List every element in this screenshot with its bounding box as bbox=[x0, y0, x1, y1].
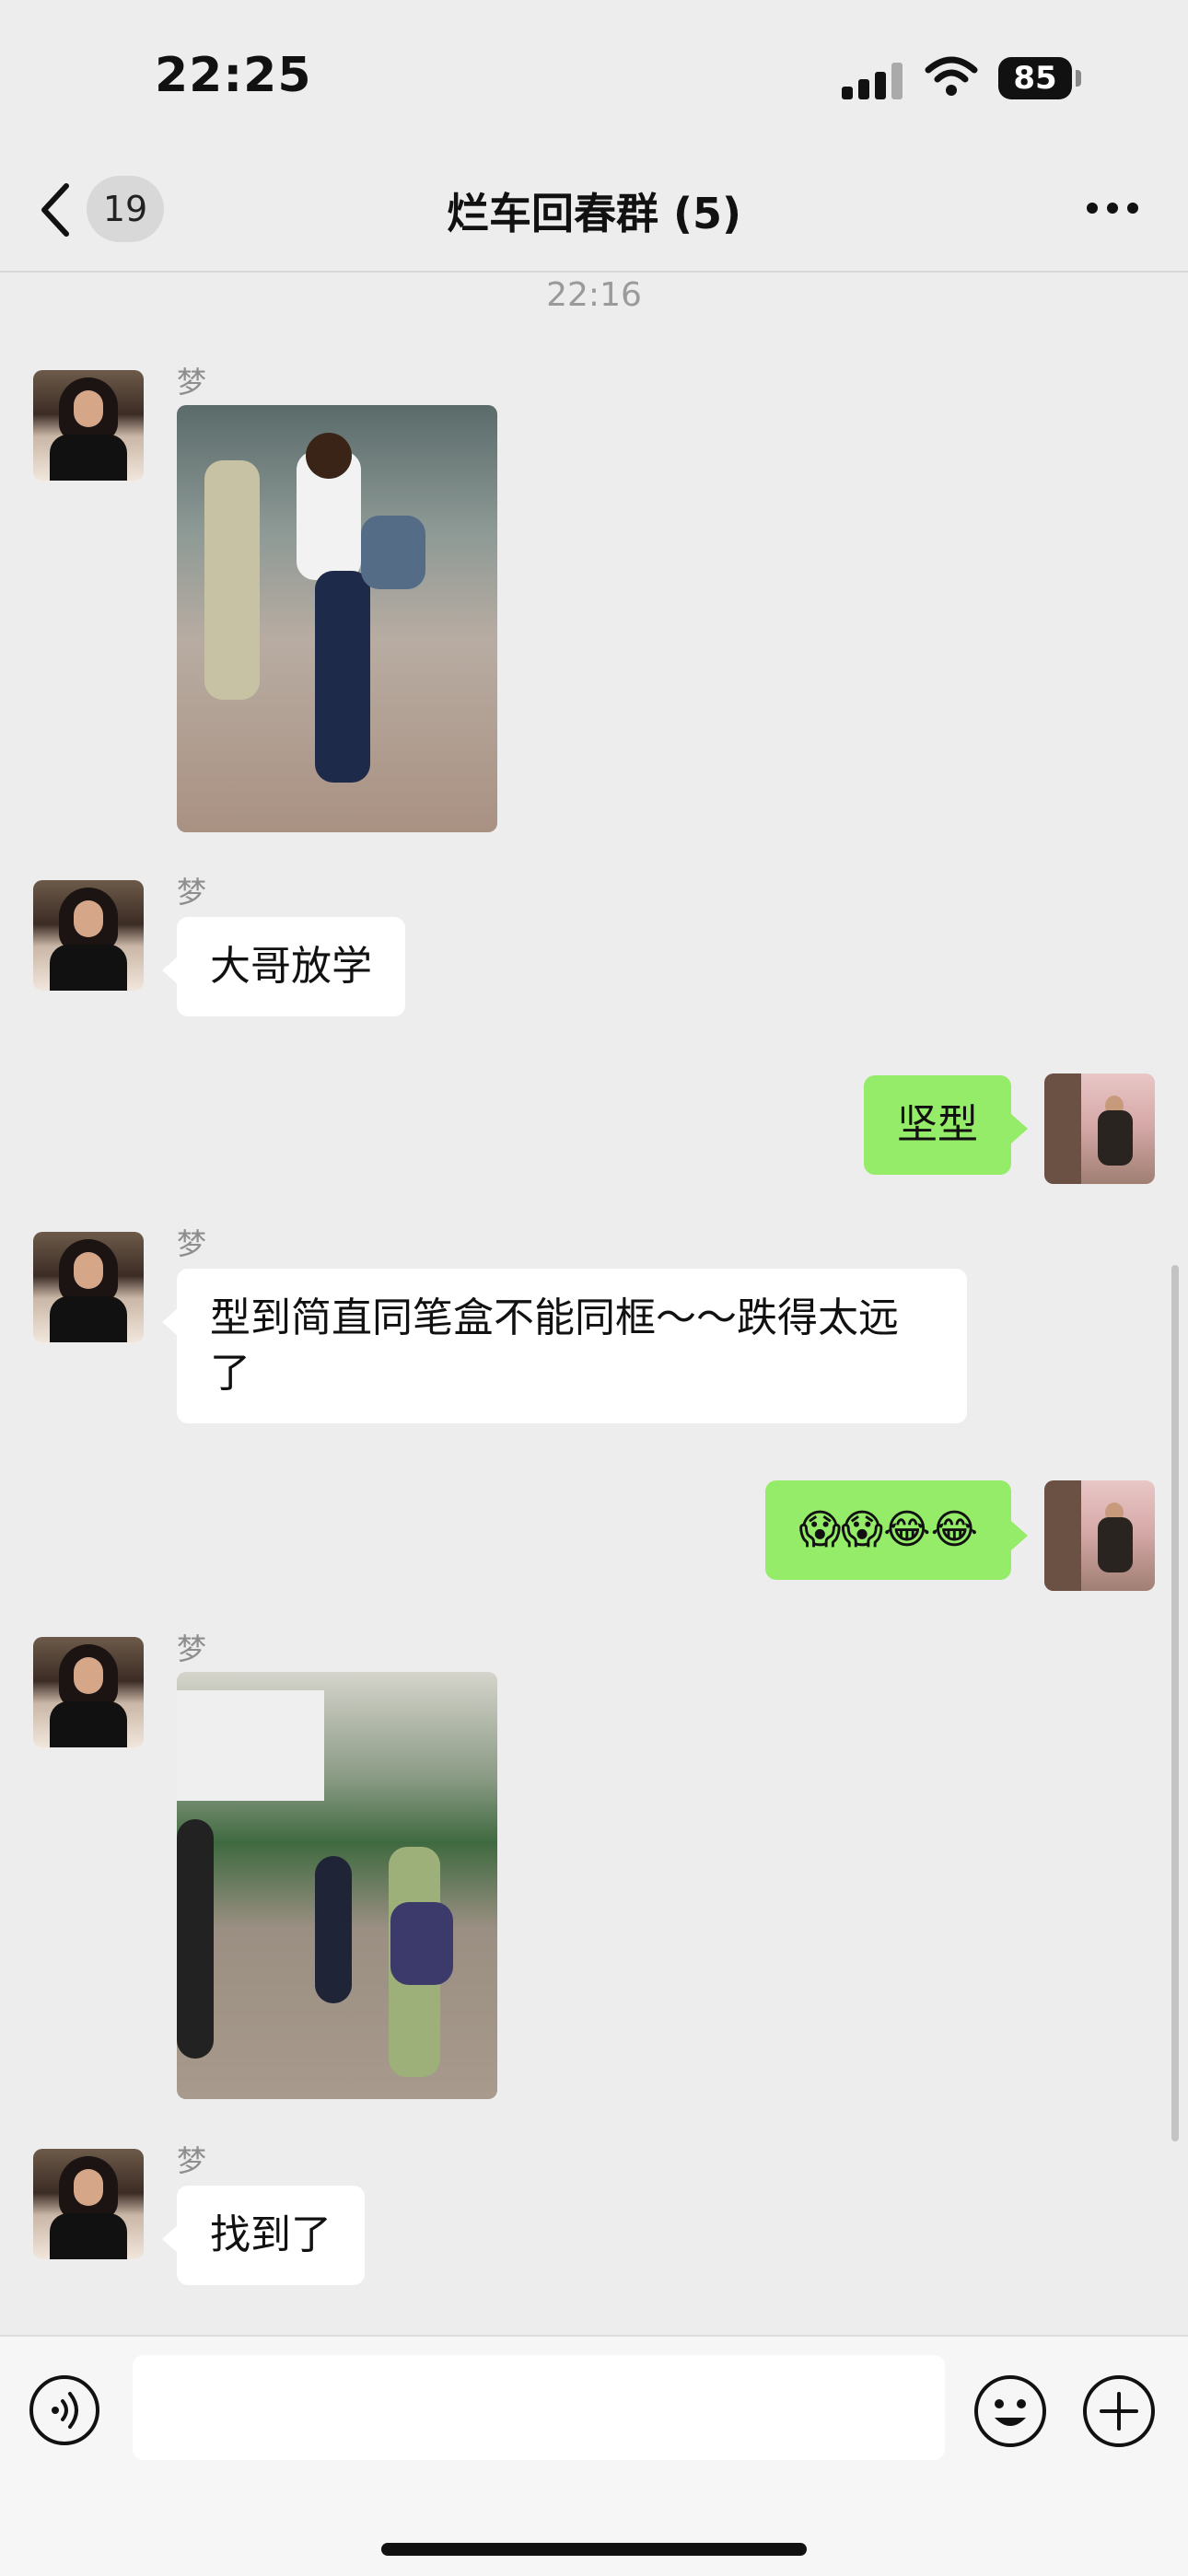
avatar-meng[interactable] bbox=[33, 1637, 144, 1747]
avatar-me[interactable] bbox=[1044, 1480, 1155, 1591]
avatar-meng[interactable] bbox=[33, 1232, 144, 1342]
message-timestamp: 22:16 bbox=[546, 276, 642, 314]
message-input[interactable] bbox=[133, 2355, 945, 2460]
voice-icon[interactable] bbox=[28, 2373, 101, 2447]
avatar-meng[interactable] bbox=[33, 370, 144, 481]
more-icon[interactable] bbox=[1087, 203, 1138, 215]
signal-icon bbox=[842, 63, 906, 99]
image-message[interactable] bbox=[177, 405, 497, 832]
sender-name: 梦 bbox=[177, 1631, 207, 1666]
input-bar bbox=[0, 2335, 1188, 2576]
message-bubble[interactable]: 坚型 bbox=[864, 1075, 1011, 1175]
chat-title[interactable]: 烂车回春群 (5) bbox=[0, 180, 1188, 241]
bubble-tail bbox=[1011, 1521, 1028, 1550]
home-indicator[interactable] bbox=[381, 2543, 807, 2556]
message-bubble[interactable]: 找到了 bbox=[177, 2186, 365, 2285]
sender-name: 梦 bbox=[177, 365, 207, 400]
status-time: 22:25 bbox=[155, 48, 312, 103]
sender-name: 梦 bbox=[177, 875, 207, 910]
avatar-meng[interactable] bbox=[33, 880, 144, 991]
plus-icon[interactable] bbox=[1081, 2373, 1157, 2449]
battery-level: 85 bbox=[998, 57, 1072, 99]
message-bubble[interactable]: 😱😱😂😂 bbox=[765, 1480, 1011, 1580]
wifi-icon bbox=[925, 56, 978, 96]
sender-name: 梦 bbox=[177, 1226, 207, 1261]
message-bubble[interactable]: 大哥放学 bbox=[177, 917, 405, 1016]
image-message[interactable] bbox=[177, 1672, 497, 2099]
nav-bar: 19 烂车回春群 (5) bbox=[0, 157, 1188, 273]
battery-icon: 85 bbox=[998, 57, 1083, 99]
message-bubble[interactable]: 型到简直同笔盒不能同框～～跌得太远了 bbox=[177, 1269, 967, 1423]
emoji-icon[interactable] bbox=[973, 2373, 1048, 2449]
avatar-meng[interactable] bbox=[33, 2149, 144, 2259]
bubble-tail bbox=[1011, 1114, 1028, 1143]
scrollbar[interactable] bbox=[1171, 1265, 1179, 2141]
avatar-me[interactable] bbox=[1044, 1073, 1155, 1184]
sender-name: 梦 bbox=[177, 2143, 207, 2178]
